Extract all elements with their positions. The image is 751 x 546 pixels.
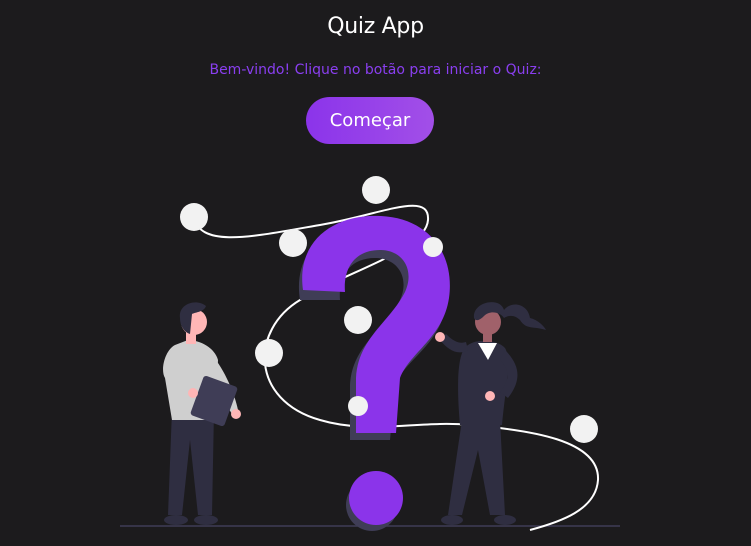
- question-mark-dot: [349, 471, 403, 525]
- dot: [255, 339, 283, 367]
- dot: [348, 396, 368, 416]
- dot: [180, 203, 208, 231]
- welcome-text: Bem-vindo! Clique no botão para iniciar …: [209, 62, 542, 78]
- dot: [570, 415, 598, 443]
- quiz-home: Quiz App Bem-vindo! Clique no botão para…: [0, 0, 751, 546]
- dot: [423, 237, 443, 257]
- woman-figure: [435, 302, 546, 525]
- question-mark-illustration: [120, 176, 620, 531]
- dot: [279, 229, 307, 257]
- dot: [344, 306, 372, 334]
- page-title: Quiz App: [327, 14, 424, 39]
- dot: [362, 176, 390, 204]
- man-figure: [163, 302, 241, 525]
- start-button[interactable]: Começar: [306, 97, 434, 144]
